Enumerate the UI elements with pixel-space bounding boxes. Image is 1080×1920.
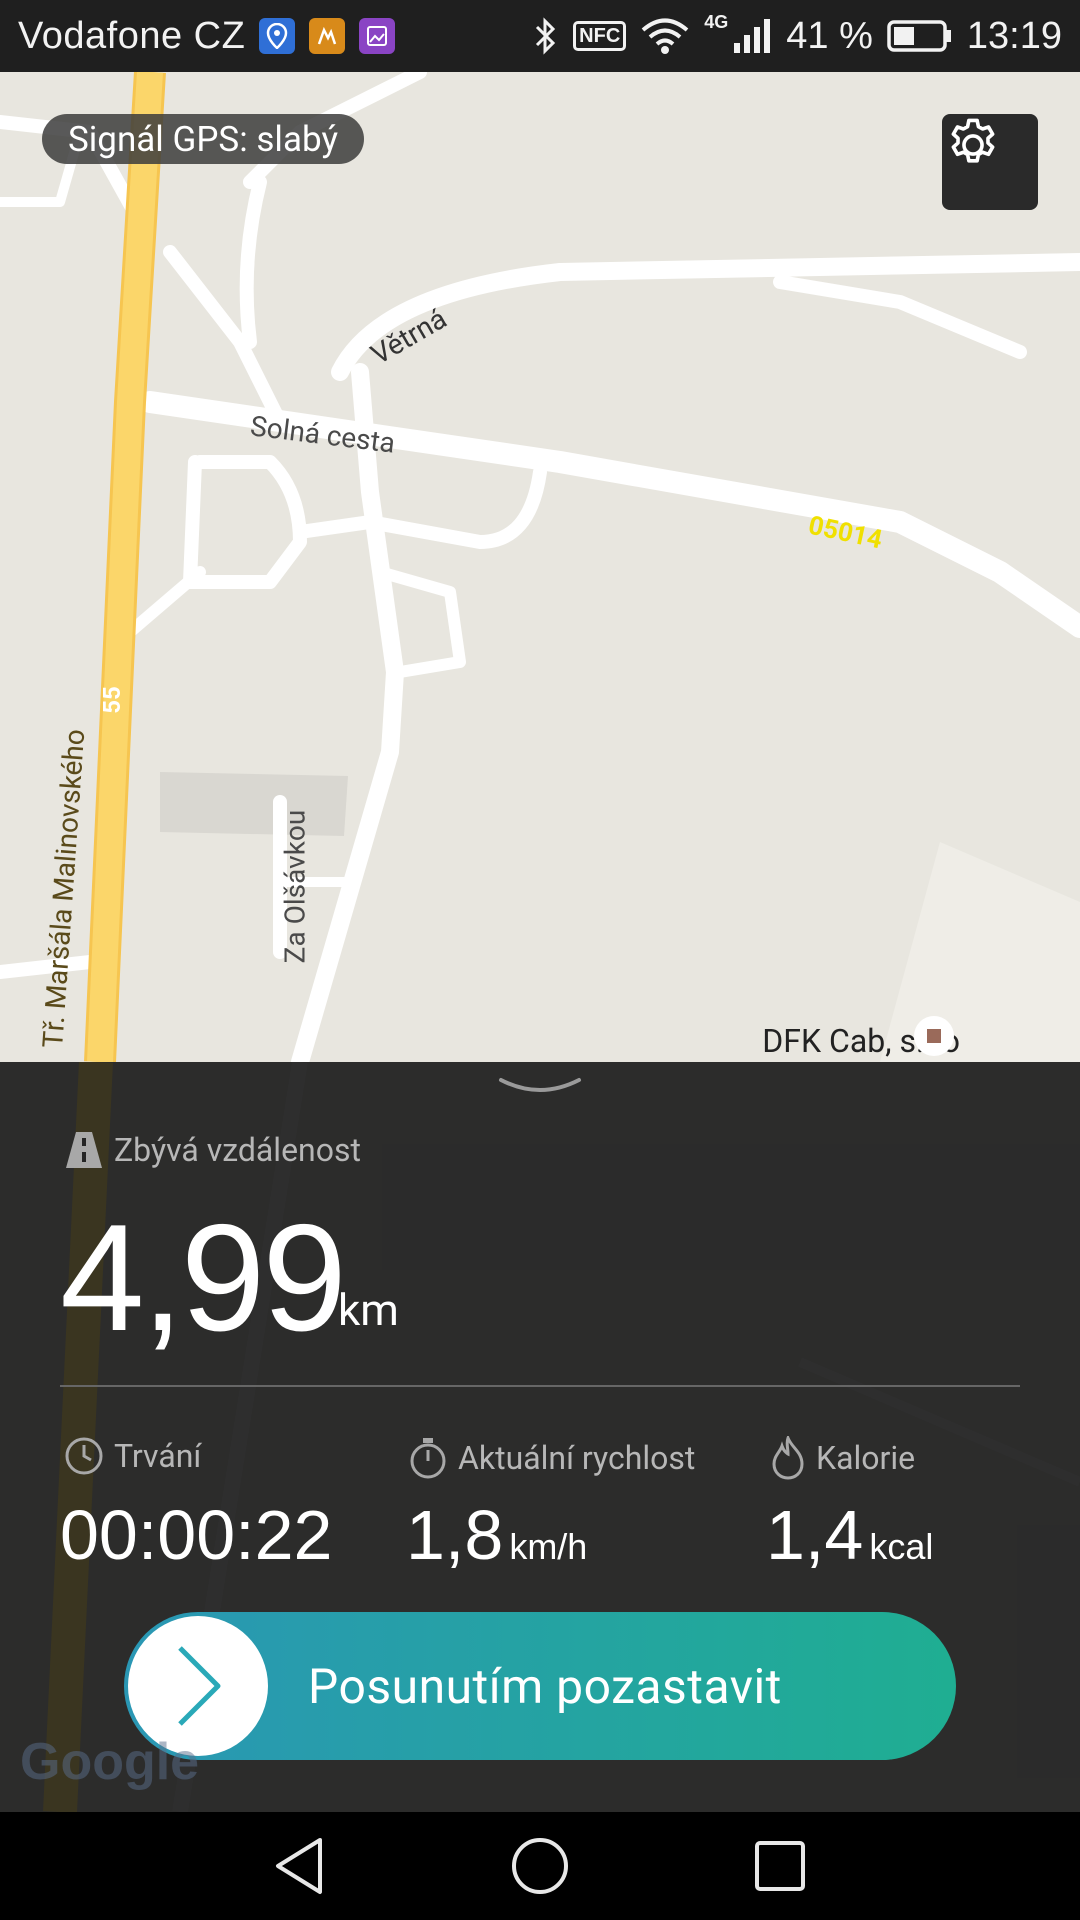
battery-icon <box>887 20 951 52</box>
calories-label-row: Kalorie <box>770 1436 915 1480</box>
flame-icon <box>772 1436 804 1480</box>
remaining-label-row: Zbývá vzdálenost <box>64 1130 361 1170</box>
street-label-olsavkou: Za Olšávkou <box>278 809 312 964</box>
gallery-app-icon <box>359 18 396 54</box>
gear-icon <box>951 118 995 163</box>
clock-icon <box>65 1437 103 1475</box>
signal-icon <box>734 19 771 53</box>
speed-label: Aktuální rychlost <box>458 1439 696 1477</box>
divider <box>60 1385 1020 1387</box>
google-logo: Google <box>20 1733 200 1791</box>
network-type: 4G <box>704 11 729 32</box>
clock: 13:19 <box>966 14 1062 57</box>
duration-label-row: Trvání <box>64 1436 201 1476</box>
road-icon <box>66 1132 102 1168</box>
remaining-distance-value: 4,99 <box>60 1193 347 1363</box>
gps-signal-badge: Signál GPS: slabý <box>42 114 365 164</box>
speed-label-row: Aktuální rychlost <box>408 1436 695 1480</box>
battery-percent: 41 % <box>786 14 873 57</box>
remaining-distance-unit: km <box>338 1284 399 1336</box>
calories-label: Kalorie <box>816 1439 916 1477</box>
speed-unit: km/h <box>509 1526 588 1567</box>
nfc-icon: NFC <box>573 21 627 51</box>
settings-button[interactable] <box>942 114 1038 210</box>
wifi-icon <box>641 18 689 54</box>
back-button[interactable] <box>264 1834 336 1898</box>
speed-value-row: 1,8 km/h <box>406 1500 587 1570</box>
map-view[interactable]: Signál GPS: slabý Větrná Solná cesta 050… <box>0 72 1080 1062</box>
duration-value: 00:00:22 <box>60 1496 333 1574</box>
status-bar: Vodafone CZ NFC 4G 41 % 13:19 <box>0 0 1080 72</box>
calories-unit: kcal <box>869 1526 934 1567</box>
duration-label: Trvání <box>114 1437 202 1475</box>
remaining-label: Zbývá vzdálenost <box>114 1131 361 1169</box>
stopwatch-icon <box>410 1438 446 1479</box>
slide-to-pause-slider[interactable]: Posunutím pozastavit <box>124 1612 956 1760</box>
calories-value-row: 1,4 kcal <box>766 1500 933 1570</box>
route-number-label: 55 <box>97 686 126 714</box>
home-circle-icon <box>512 1838 568 1894</box>
location-app-icon <box>259 18 296 54</box>
bluetooth-icon <box>536 17 556 55</box>
recents-button[interactable] <box>744 1834 816 1898</box>
fitness-app-icon <box>309 18 346 54</box>
poi-marker[interactable] <box>914 1016 954 1056</box>
back-triangle-icon <box>276 1838 322 1894</box>
calories-value: 1,4 <box>766 1496 864 1574</box>
map-canvas <box>0 72 1080 1062</box>
recents-square-icon <box>755 1841 805 1891</box>
slider-label: Posunutím pozastavit <box>308 1657 782 1715</box>
poi-marker-icon <box>927 1029 941 1043</box>
speed-value: 1,8 <box>406 1496 504 1574</box>
collapse-handle-icon[interactable] <box>495 1070 585 1100</box>
chevron-right-icon <box>178 1646 221 1726</box>
navigation-bar <box>0 1812 1080 1920</box>
home-button[interactable] <box>504 1834 576 1898</box>
carrier-name: Vodafone CZ <box>18 14 246 57</box>
